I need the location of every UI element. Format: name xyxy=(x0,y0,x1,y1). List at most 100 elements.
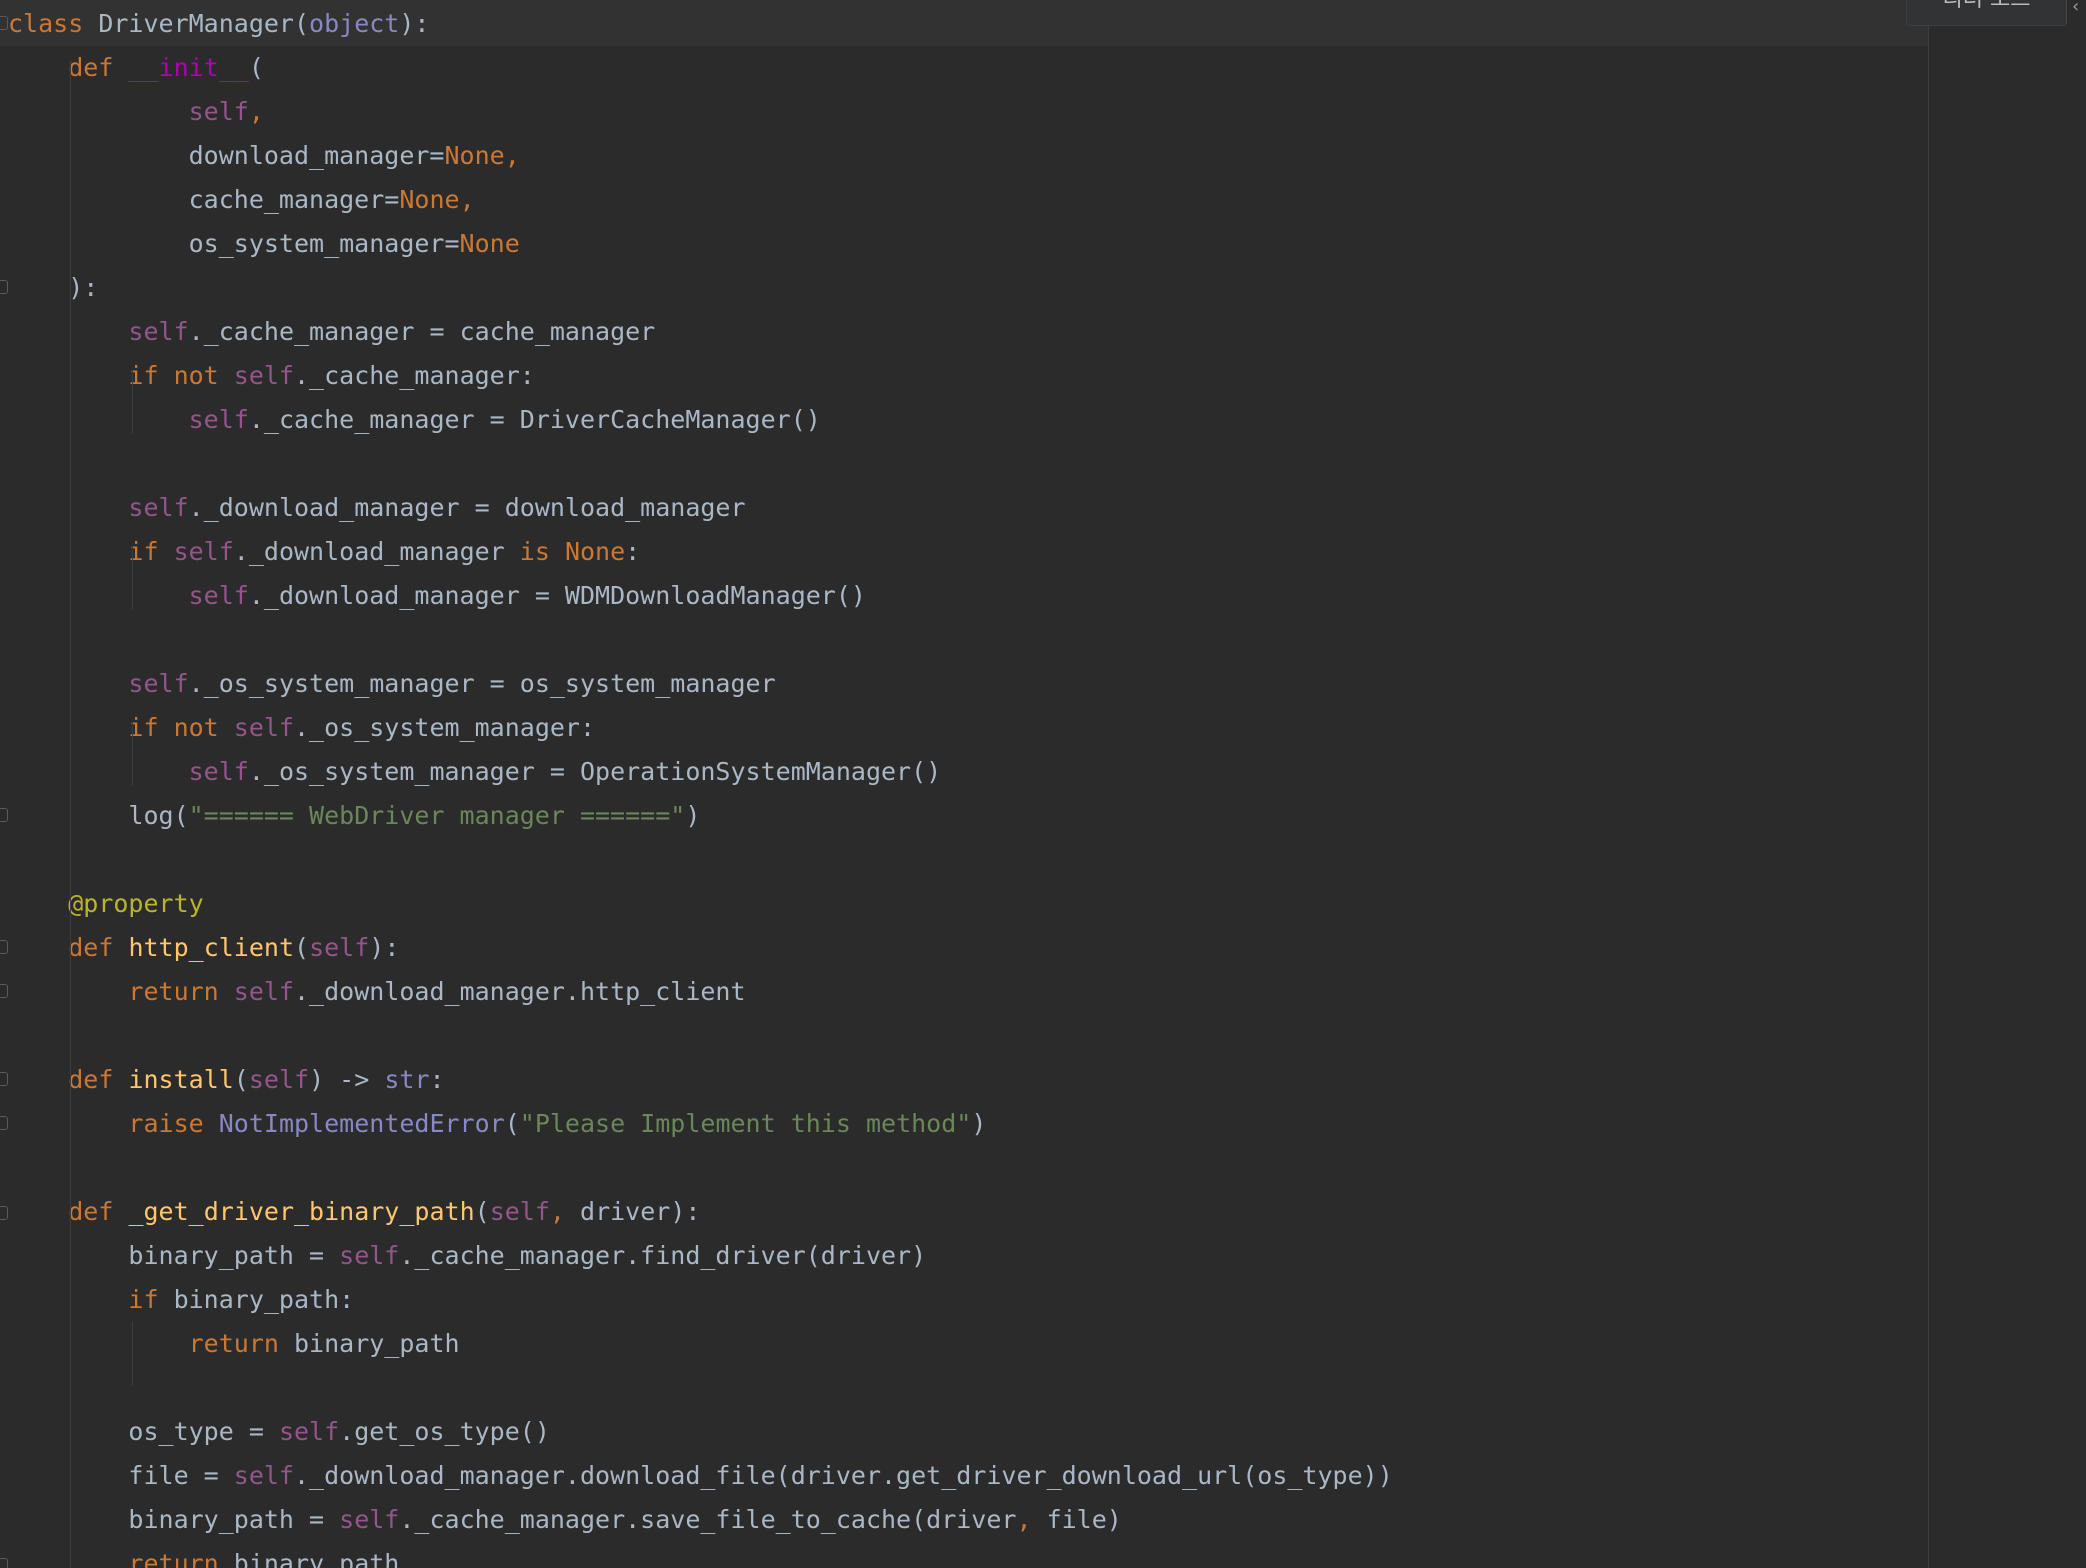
code-line[interactable]: self._download_manager = download_manage… xyxy=(8,486,1918,530)
code-line[interactable]: def __init__( xyxy=(8,46,1918,90)
none-token: None xyxy=(444,141,505,170)
identifier-token: ._os_system_manager = os_system_manager xyxy=(188,669,776,698)
code-line[interactable]: if not self._os_system_manager: xyxy=(8,706,1918,750)
code-line[interactable]: return self._download_manager.http_clien… xyxy=(8,970,1918,1014)
code-line[interactable]: if self._download_manager is None: xyxy=(8,530,1918,574)
fold-marker-icon[interactable] xyxy=(0,940,8,954)
indent-guide xyxy=(70,60,71,1568)
code-line[interactable]: @property xyxy=(8,882,1918,926)
chevron-icon[interactable]: ‹ xyxy=(2072,0,2079,17)
identifier-token: binary_path = xyxy=(8,1241,340,1270)
identifier-token: ) xyxy=(685,801,701,830)
identifier-token xyxy=(8,361,128,390)
code-line[interactable]: raise NotImplementedError("Please Implem… xyxy=(8,1102,1918,1146)
keyword-token: raise xyxy=(128,1109,219,1138)
keyword-token: is xyxy=(519,537,565,566)
code-line[interactable]: ): xyxy=(8,266,1918,310)
code-line[interactable]: os_type = self.get_os_type() xyxy=(8,1410,1918,1454)
code-line[interactable]: os_system_manager=None xyxy=(8,222,1918,266)
code-line[interactable]: return binary_path xyxy=(8,1322,1918,1366)
keyword-token: def xyxy=(68,1197,129,1226)
code-line[interactable]: if binary_path: xyxy=(8,1278,1918,1322)
identifier-token xyxy=(8,1549,128,1568)
code-line[interactable]: binary_path = self._cache_manager.save_f… xyxy=(8,1498,1918,1542)
code-line[interactable] xyxy=(8,1146,1918,1190)
code-area[interactable]: class DriverManager(object): def __init_… xyxy=(8,2,1918,1568)
indent-guide xyxy=(132,1322,133,1386)
code-line[interactable]: def http_client(self): xyxy=(8,926,1918,970)
fold-marker-icon[interactable] xyxy=(0,16,8,30)
fold-marker-icon[interactable] xyxy=(0,808,8,822)
self-token: self xyxy=(489,1197,550,1226)
function-name-token: install xyxy=(128,1065,234,1094)
right-margin-guide xyxy=(1928,0,1929,1568)
identifier-token xyxy=(8,97,189,126)
identifier-token: ( xyxy=(474,1197,490,1226)
identifier-token xyxy=(8,493,128,522)
code-line[interactable]: return binary_path xyxy=(8,1542,1918,1568)
code-line[interactable]: file = self._download_manager.download_f… xyxy=(8,1454,1918,1498)
identifier-token xyxy=(8,933,68,962)
fold-marker-icon[interactable] xyxy=(0,1072,8,1086)
self-token: self xyxy=(188,757,249,786)
code-line[interactable]: self._os_system_manager = os_system_mana… xyxy=(8,662,1918,706)
code-line[interactable] xyxy=(8,618,1918,662)
code-line[interactable]: self._cache_manager = cache_manager xyxy=(8,310,1918,354)
code-line[interactable]: self._download_manager = WDMDownloadMana… xyxy=(8,574,1918,618)
self-token: self xyxy=(188,405,249,434)
code-line[interactable]: self, xyxy=(8,90,1918,134)
self-token: self xyxy=(173,537,234,566)
keyword-token: return xyxy=(188,1329,294,1358)
identifier-token: binary_path xyxy=(293,1329,460,1358)
identifier-token xyxy=(8,669,128,698)
keyword-token: class xyxy=(8,9,84,38)
self-token: self xyxy=(248,1065,310,1094)
identifier-token: .get_os_type() xyxy=(339,1417,550,1446)
identifier-token xyxy=(8,1109,128,1138)
code-line[interactable] xyxy=(8,442,1918,486)
code-line[interactable]: cache_manager=None, xyxy=(8,178,1918,222)
code-line[interactable] xyxy=(8,1366,1918,1410)
string-token: "====== WebDriver manager ======" xyxy=(188,801,686,830)
identifier-token: ._download_manager xyxy=(233,537,520,566)
self-token: self xyxy=(188,581,249,610)
self-token: self xyxy=(339,1241,400,1270)
identifier-token xyxy=(8,889,68,918)
fold-marker-icon[interactable] xyxy=(0,1206,8,1220)
identifier-token xyxy=(8,405,189,434)
reader-mode-button[interactable]: 리더 모드 xyxy=(1906,0,2066,26)
code-line[interactable]: if not self._cache_manager: xyxy=(8,354,1918,398)
code-line[interactable] xyxy=(8,838,1918,882)
identifier-token: ._download_manager.http_client xyxy=(294,977,746,1006)
identifier-token: DriverManager( xyxy=(83,9,310,38)
fold-marker-icon[interactable] xyxy=(0,1558,8,1568)
fold-marker-icon[interactable] xyxy=(0,984,8,998)
code-line[interactable] xyxy=(8,1014,1918,1058)
builtin-token: NotImplementedError xyxy=(218,1109,505,1138)
code-line[interactable]: self._cache_manager = DriverCacheManager… xyxy=(8,398,1918,442)
code-line[interactable]: binary_path = self._cache_manager.find_d… xyxy=(8,1234,1918,1278)
identifier-token xyxy=(8,1329,189,1358)
identifier-token: ( xyxy=(233,1065,249,1094)
fold-marker-icon[interactable] xyxy=(0,280,8,294)
self-token: self xyxy=(309,933,370,962)
code-line[interactable]: def _get_driver_binary_path(self, driver… xyxy=(8,1190,1918,1234)
code-line[interactable]: self._os_system_manager = OperationSyste… xyxy=(8,750,1918,794)
keyword-token: if xyxy=(128,537,174,566)
code-line[interactable]: class DriverManager(object): xyxy=(8,2,1918,46)
identifier-token xyxy=(8,757,189,786)
self-token: self xyxy=(233,713,294,742)
none-token: None xyxy=(399,185,460,214)
keyword-token: , xyxy=(504,141,520,170)
identifier-token: ._os_system_manager: xyxy=(294,713,596,742)
identifier-token: log( xyxy=(8,801,189,830)
identifier-token xyxy=(8,581,189,610)
self-token: self xyxy=(128,669,189,698)
code-line[interactable]: download_manager=None, xyxy=(8,134,1918,178)
identifier-token: ._cache_manager: xyxy=(294,361,535,390)
indent-guide xyxy=(132,722,133,786)
code-line[interactable]: log("====== WebDriver manager ======") xyxy=(8,794,1918,838)
code-editor[interactable]: class DriverManager(object): def __init_… xyxy=(0,0,2086,1568)
code-line[interactable]: def install(self) -> str: xyxy=(8,1058,1918,1102)
fold-marker-icon[interactable] xyxy=(0,1116,8,1130)
